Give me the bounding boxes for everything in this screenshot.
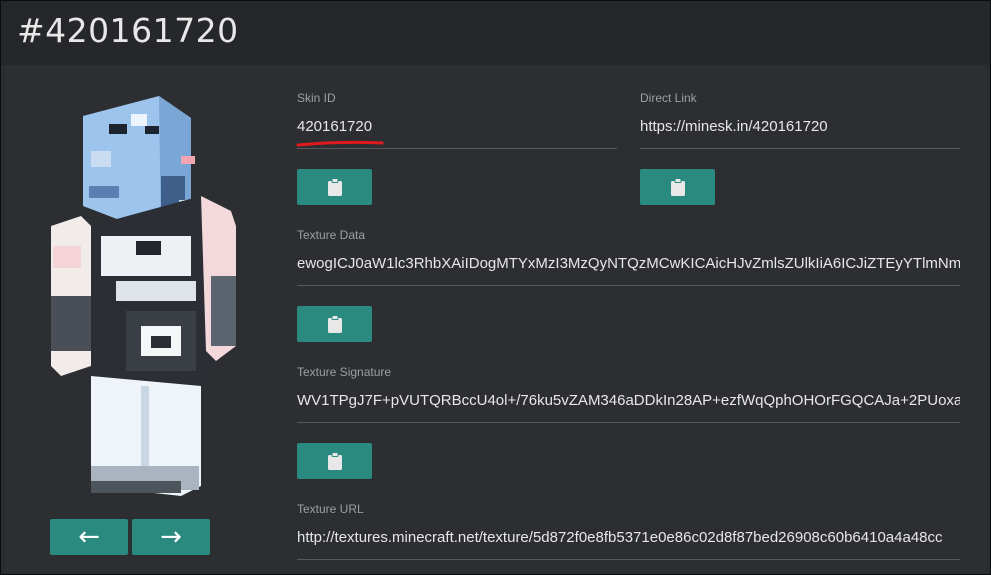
texture-url-label: Texture URL (297, 502, 364, 516)
copy-texture-data-button[interactable] (297, 306, 372, 342)
copy-skin-id-button[interactable] (297, 169, 372, 205)
texture-data-underline (297, 285, 960, 286)
texture-data-field[interactable]: ewogICJ0aW1lc3RhbXAiIDogMTYxMzI3MzQyNTQz… (297, 255, 960, 272)
clipboard-icon (327, 178, 342, 196)
texture-data-label: Texture Data (297, 228, 366, 242)
direct-link-underline (640, 148, 960, 149)
clipboard-icon (327, 315, 342, 333)
arrow-left-icon: ← (78, 522, 100, 552)
texture-url-field[interactable]: http://textures.minecraft.net/texture/5d… (297, 529, 960, 546)
texture-url-underline (297, 559, 960, 560)
skin-preview-image (51, 96, 236, 496)
texture-signature-underline (297, 422, 960, 423)
previous-skin-button[interactable]: ← (50, 519, 128, 555)
clipboard-icon (327, 452, 342, 470)
next-skin-button[interactable]: → (132, 519, 210, 555)
arrow-right-icon: → (160, 522, 182, 552)
texture-signature-field[interactable]: WV1TPgJ7F+pVUTQRBccU4ol+/76ku5vZAM346aDD… (297, 392, 960, 409)
skin-id-label: Skin ID (297, 91, 336, 105)
page-title: #420161720 (17, 11, 239, 50)
skin-id-underline (297, 148, 617, 149)
clipboard-icon (670, 178, 685, 196)
copy-direct-link-button[interactable] (640, 169, 715, 205)
page-header: #420161720 (1, 1, 990, 65)
direct-link-label: Direct Link (640, 91, 697, 105)
app-frame: #420161720 ← → Skin ID 420161720 Direct … (0, 0, 991, 575)
red-annotation-underline (296, 140, 384, 147)
direct-link-field[interactable]: https://minesk.in/420161720 (640, 118, 958, 135)
copy-texture-signature-button[interactable] (297, 443, 372, 479)
texture-signature-label: Texture Signature (297, 365, 392, 379)
skin-id-field[interactable]: 420161720 (297, 118, 615, 135)
